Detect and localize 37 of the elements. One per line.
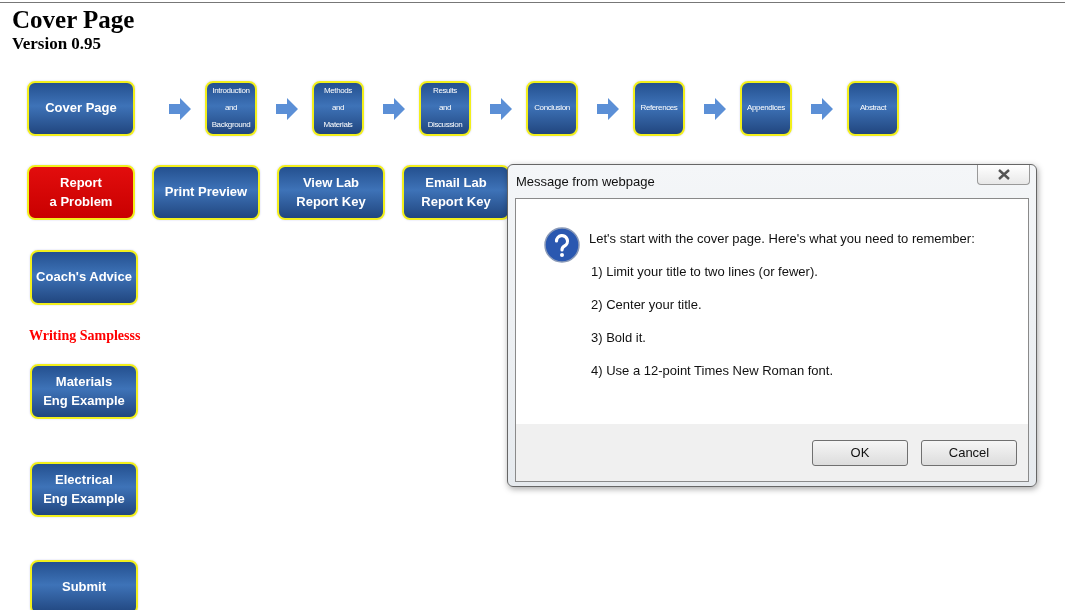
- close-button[interactable]: [977, 165, 1030, 185]
- nav-button[interactable]: Conclusion: [526, 81, 578, 136]
- page-title: Cover Page: [11, 5, 136, 34]
- version-label: Version 0.95: [12, 34, 102, 54]
- nav-button[interactable]: References: [633, 81, 685, 136]
- nav-button[interactable]: Email Lab Report Key: [402, 165, 510, 220]
- nav-button[interactable]: Appendices: [740, 81, 792, 136]
- nav-button[interactable]: Results and Discussion: [419, 81, 471, 136]
- ok-button[interactable]: OK: [812, 439, 908, 466]
- nav-button[interactable]: Electrical Eng Example: [30, 462, 138, 517]
- arrow-icon: [490, 97, 512, 120]
- section-heading: Writing Samplesss: [29, 328, 141, 344]
- nav-button[interactable]: Coach's Advice: [30, 250, 138, 305]
- arrow-icon: [276, 97, 298, 120]
- instruction-text: 3) Bold it.: [591, 330, 647, 345]
- dialog-message: Let's start with the cover page. Here's what you need to remember:: [589, 231, 975, 246]
- arrow-icon: [383, 97, 405, 120]
- nav-button[interactable]: Methods and Materials: [312, 81, 364, 136]
- question-icon: [544, 227, 580, 263]
- nav-button[interactable]: Introduction and Background: [205, 81, 257, 136]
- instruction-text: 1) Limit your title to two lines (or fewer).: [591, 264, 819, 279]
- arrow-icon: [811, 97, 833, 120]
- cancel-button[interactable]: Cancel: [921, 439, 1017, 466]
- arrow-icon: [169, 97, 191, 120]
- report-button[interactable]: Report a Problem: [27, 165, 135, 220]
- nav-button[interactable]: Submit: [30, 560, 138, 610]
- arrow-icon: [597, 97, 619, 120]
- instruction-text: 2) Center your title.: [591, 297, 703, 312]
- nav-button[interactable]: Abstract: [847, 81, 899, 136]
- nav-button[interactable]: Print Preview: [152, 165, 260, 220]
- nav-button[interactable]: View Lab Report Key: [277, 165, 385, 220]
- close-icon: [996, 169, 1011, 180]
- nav-button[interactable]: Cover Page: [27, 81, 135, 136]
- instruction-text: 4) Use a 12-point Times New Roman font.: [591, 363, 835, 378]
- nav-button[interactable]: Materials Eng Example: [30, 364, 138, 419]
- arrow-icon: [704, 97, 726, 120]
- dialog-title: Message from webpage: [516, 174, 655, 189]
